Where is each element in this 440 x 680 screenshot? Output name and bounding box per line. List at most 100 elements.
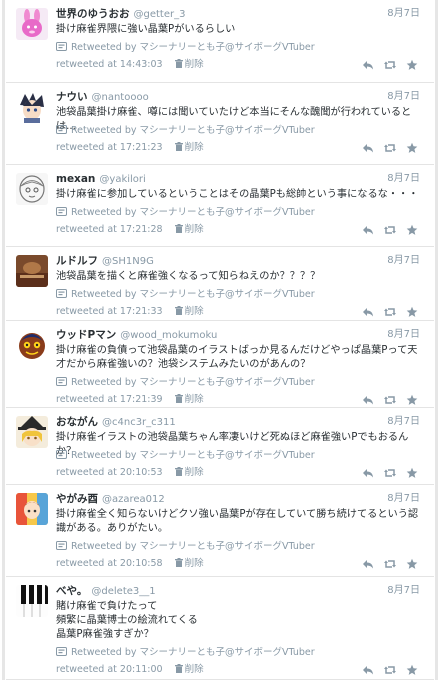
retweeted-by-text[interactable]: Retweeted by マシーナリーとも子@サイボーグVTuber (71, 125, 315, 136)
screen-name[interactable]: @yakilori (99, 174, 145, 185)
delete-label: 削除 (184, 558, 204, 569)
reply-icon[interactable] (362, 394, 374, 406)
user-avatar[interactable] (16, 8, 48, 40)
trash-icon (174, 224, 185, 235)
tweet-header: やがみ酉 @azarea012 (56, 491, 165, 507)
tweet-header: ルドルフ @SH1N9G (56, 253, 154, 269)
tweet-date[interactable]: 8月7日 (387, 6, 420, 22)
trash-icon (174, 558, 185, 569)
display-name[interactable]: おながん (56, 416, 98, 428)
timeline: 世界のゆうおお @getter_3 8月7日 掛け麻雀界隈に強い晶葉Pがいるらしい Re… (0, 0, 440, 680)
tweet-date[interactable]: 8月7日 (387, 583, 420, 599)
tweet-date[interactable]: 8月7日 (387, 253, 420, 269)
user-avatar[interactable] (16, 585, 48, 617)
tweet-meta: retweeted at 20:10:53 削除 (56, 466, 204, 480)
retweet-icon[interactable] (384, 224, 396, 236)
favorite-icon[interactable] (406, 664, 418, 676)
screen-name[interactable]: @getter_3 (134, 9, 186, 20)
display-name[interactable]: ルドルフ (56, 255, 98, 267)
user-avatar[interactable] (16, 493, 48, 525)
delete-button[interactable]: 削除 (174, 394, 204, 405)
tweet-meta: retweeted at 17:21:39 削除 (56, 393, 204, 407)
delete-label: 削除 (184, 224, 204, 235)
tweet-header: 世界のゆうおお @getter_3 (56, 6, 185, 22)
screen-name[interactable]: @azarea012 (102, 494, 165, 505)
retweeted-by-text[interactable]: Retweeted by マシーナリーとも子@サイボーグVTuber (71, 289, 315, 300)
retweeted-by-text[interactable]: Retweeted by マシーナリーとも子@サイボーグVTuber (71, 647, 315, 658)
tweet-date[interactable]: 8月7日 (387, 414, 420, 430)
retweeted-by-text[interactable]: Retweeted by マシーナリーとも子@サイボーグVTuber (71, 377, 315, 388)
favorite-icon[interactable] (406, 224, 418, 236)
display-name[interactable]: 世界のゆうおお (56, 8, 130, 20)
screen-name[interactable]: @SH1N9G (102, 256, 154, 267)
delete-button[interactable]: 削除 (174, 558, 204, 569)
favorite-icon[interactable] (406, 59, 418, 71)
display-name[interactable]: mexan (56, 173, 95, 185)
tweet-item[interactable]: ナウい @nantoooo 8月7日 池袋晶葉掛け麻雀、噂には聞いていたけど本当にそん… (6, 83, 434, 165)
reply-icon[interactable] (362, 306, 374, 318)
retweet-icon[interactable] (384, 394, 396, 406)
delete-button[interactable]: 削除 (174, 59, 204, 70)
display-name[interactable]: べや。 (56, 585, 87, 597)
tweet-item[interactable]: おながん @c4nc3r_c311 8月7日 掛け麻雀イラストの池袋晶葉ちゃん率凄いけ… (6, 408, 434, 485)
delete-button[interactable]: 削除 (174, 306, 204, 317)
display-name[interactable]: ナウい (56, 91, 88, 103)
reply-icon[interactable] (362, 142, 374, 154)
screen-name[interactable]: @c4nc3r_c311 (102, 417, 176, 428)
delete-button[interactable]: 削除 (174, 224, 204, 235)
tweet-item[interactable]: ウッドPマン @wood_mokumoku 8月7日 掛け麻雀の負債って池袋晶葉のイラ… (6, 321, 434, 408)
retweet-icon[interactable] (384, 558, 396, 570)
user-avatar[interactable] (16, 255, 48, 287)
delete-button[interactable]: 削除 (174, 664, 204, 675)
screen-name[interactable]: @wood_mokumoku (120, 330, 217, 341)
retweet-icon[interactable] (384, 142, 396, 154)
retweeted-by-line: Retweeted by マシーナリーとも子@サイボーグVTuber (56, 376, 315, 390)
retweeted-by-text[interactable]: Retweeted by マシーナリーとも子@サイボーグVTuber (71, 450, 315, 461)
reply-icon[interactable] (362, 467, 374, 479)
retweet-icon[interactable] (384, 467, 396, 479)
favorite-icon[interactable] (406, 558, 418, 570)
tweet-text: 掛け麻雀界隈に強い晶葉Pがいるらしい (56, 24, 236, 35)
tweet-text: 掛け麻雀全く知らないけどクソ強い晶葉Pが存在していて勝ち続けてるという認識がある… (56, 509, 419, 534)
tweet-date[interactable]: 8月7日 (387, 89, 420, 105)
retweeted-at: retweeted at 14:43:03 (56, 59, 163, 70)
reply-icon[interactable] (362, 224, 374, 236)
tweet-item[interactable]: 世界のゆうおお @getter_3 8月7日掛け麻雀界隈に強い晶葉Pがいるらしい Re… (6, 0, 434, 83)
trash-icon (174, 59, 185, 70)
delete-button[interactable]: 削除 (174, 467, 204, 478)
reply-icon[interactable] (362, 59, 374, 71)
retweet-icon[interactable] (384, 664, 396, 676)
trash-icon (174, 394, 185, 405)
tweet-meta: retweeted at 20:11:00 削除 (56, 663, 204, 677)
tweet-header: べや。 @delete3__1 (56, 583, 156, 599)
favorite-icon[interactable] (406, 394, 418, 406)
user-avatar[interactable] (16, 91, 48, 123)
retweet-icon[interactable] (384, 306, 396, 318)
user-avatar[interactable] (16, 416, 48, 448)
retweet-icon[interactable] (384, 59, 396, 71)
display-name[interactable]: ウッドPマン (56, 329, 116, 341)
favorite-icon[interactable] (406, 467, 418, 479)
reply-icon[interactable] (362, 664, 374, 676)
screen-name[interactable]: @delete3__1 (91, 586, 155, 597)
retweeted-by-line: Retweeted by マシーナリーとも子@サイボーグVTuber (56, 124, 315, 138)
tweet-item[interactable]: やがみ酉 @azarea012 8月7日掛け麻雀全く知らないけどクソ強い晶葉Pが存在… (6, 485, 434, 577)
screen-name[interactable]: @nantoooo (92, 92, 149, 103)
reply-icon[interactable] (362, 558, 374, 570)
favorite-icon[interactable] (406, 142, 418, 154)
retweeted-by-text[interactable]: Retweeted by マシーナリーとも子@サイボーグVTuber (71, 42, 315, 53)
user-avatar[interactable] (16, 329, 48, 361)
favorite-icon[interactable] (406, 306, 418, 318)
tweet-item[interactable]: mexan @yakilori 8月7日 掛け麻雀に参加しているということはその晶葉P… (6, 165, 434, 247)
tweet-date[interactable]: 8月7日 (387, 327, 420, 343)
user-avatar[interactable] (16, 173, 48, 205)
retweeted-by-text[interactable]: Retweeted by マシーナリーとも子@サイボーグVTuber (71, 207, 315, 218)
tweet-date[interactable]: 8月7日 (387, 171, 420, 187)
retweeted-by-text[interactable]: Retweeted by マシーナリーとも子@サイボーグVTuber (71, 541, 315, 552)
delete-button[interactable]: 削除 (174, 142, 204, 153)
tweet-item[interactable]: べや。 @delete3__1 8月7日 賭け麻雀で負けたって 頻繁に晶葉博士の絵流れ… (6, 577, 434, 680)
display-name[interactable]: やがみ酉 (56, 493, 98, 505)
delete-label: 削除 (184, 142, 204, 153)
tweet-item[interactable]: ルドルフ @SH1N9G 8月7日 池袋晶葉を描くと麻雀強くなるって知らねえのか？？？… (6, 247, 434, 321)
tweet-date[interactable]: 8月7日 (387, 491, 420, 507)
